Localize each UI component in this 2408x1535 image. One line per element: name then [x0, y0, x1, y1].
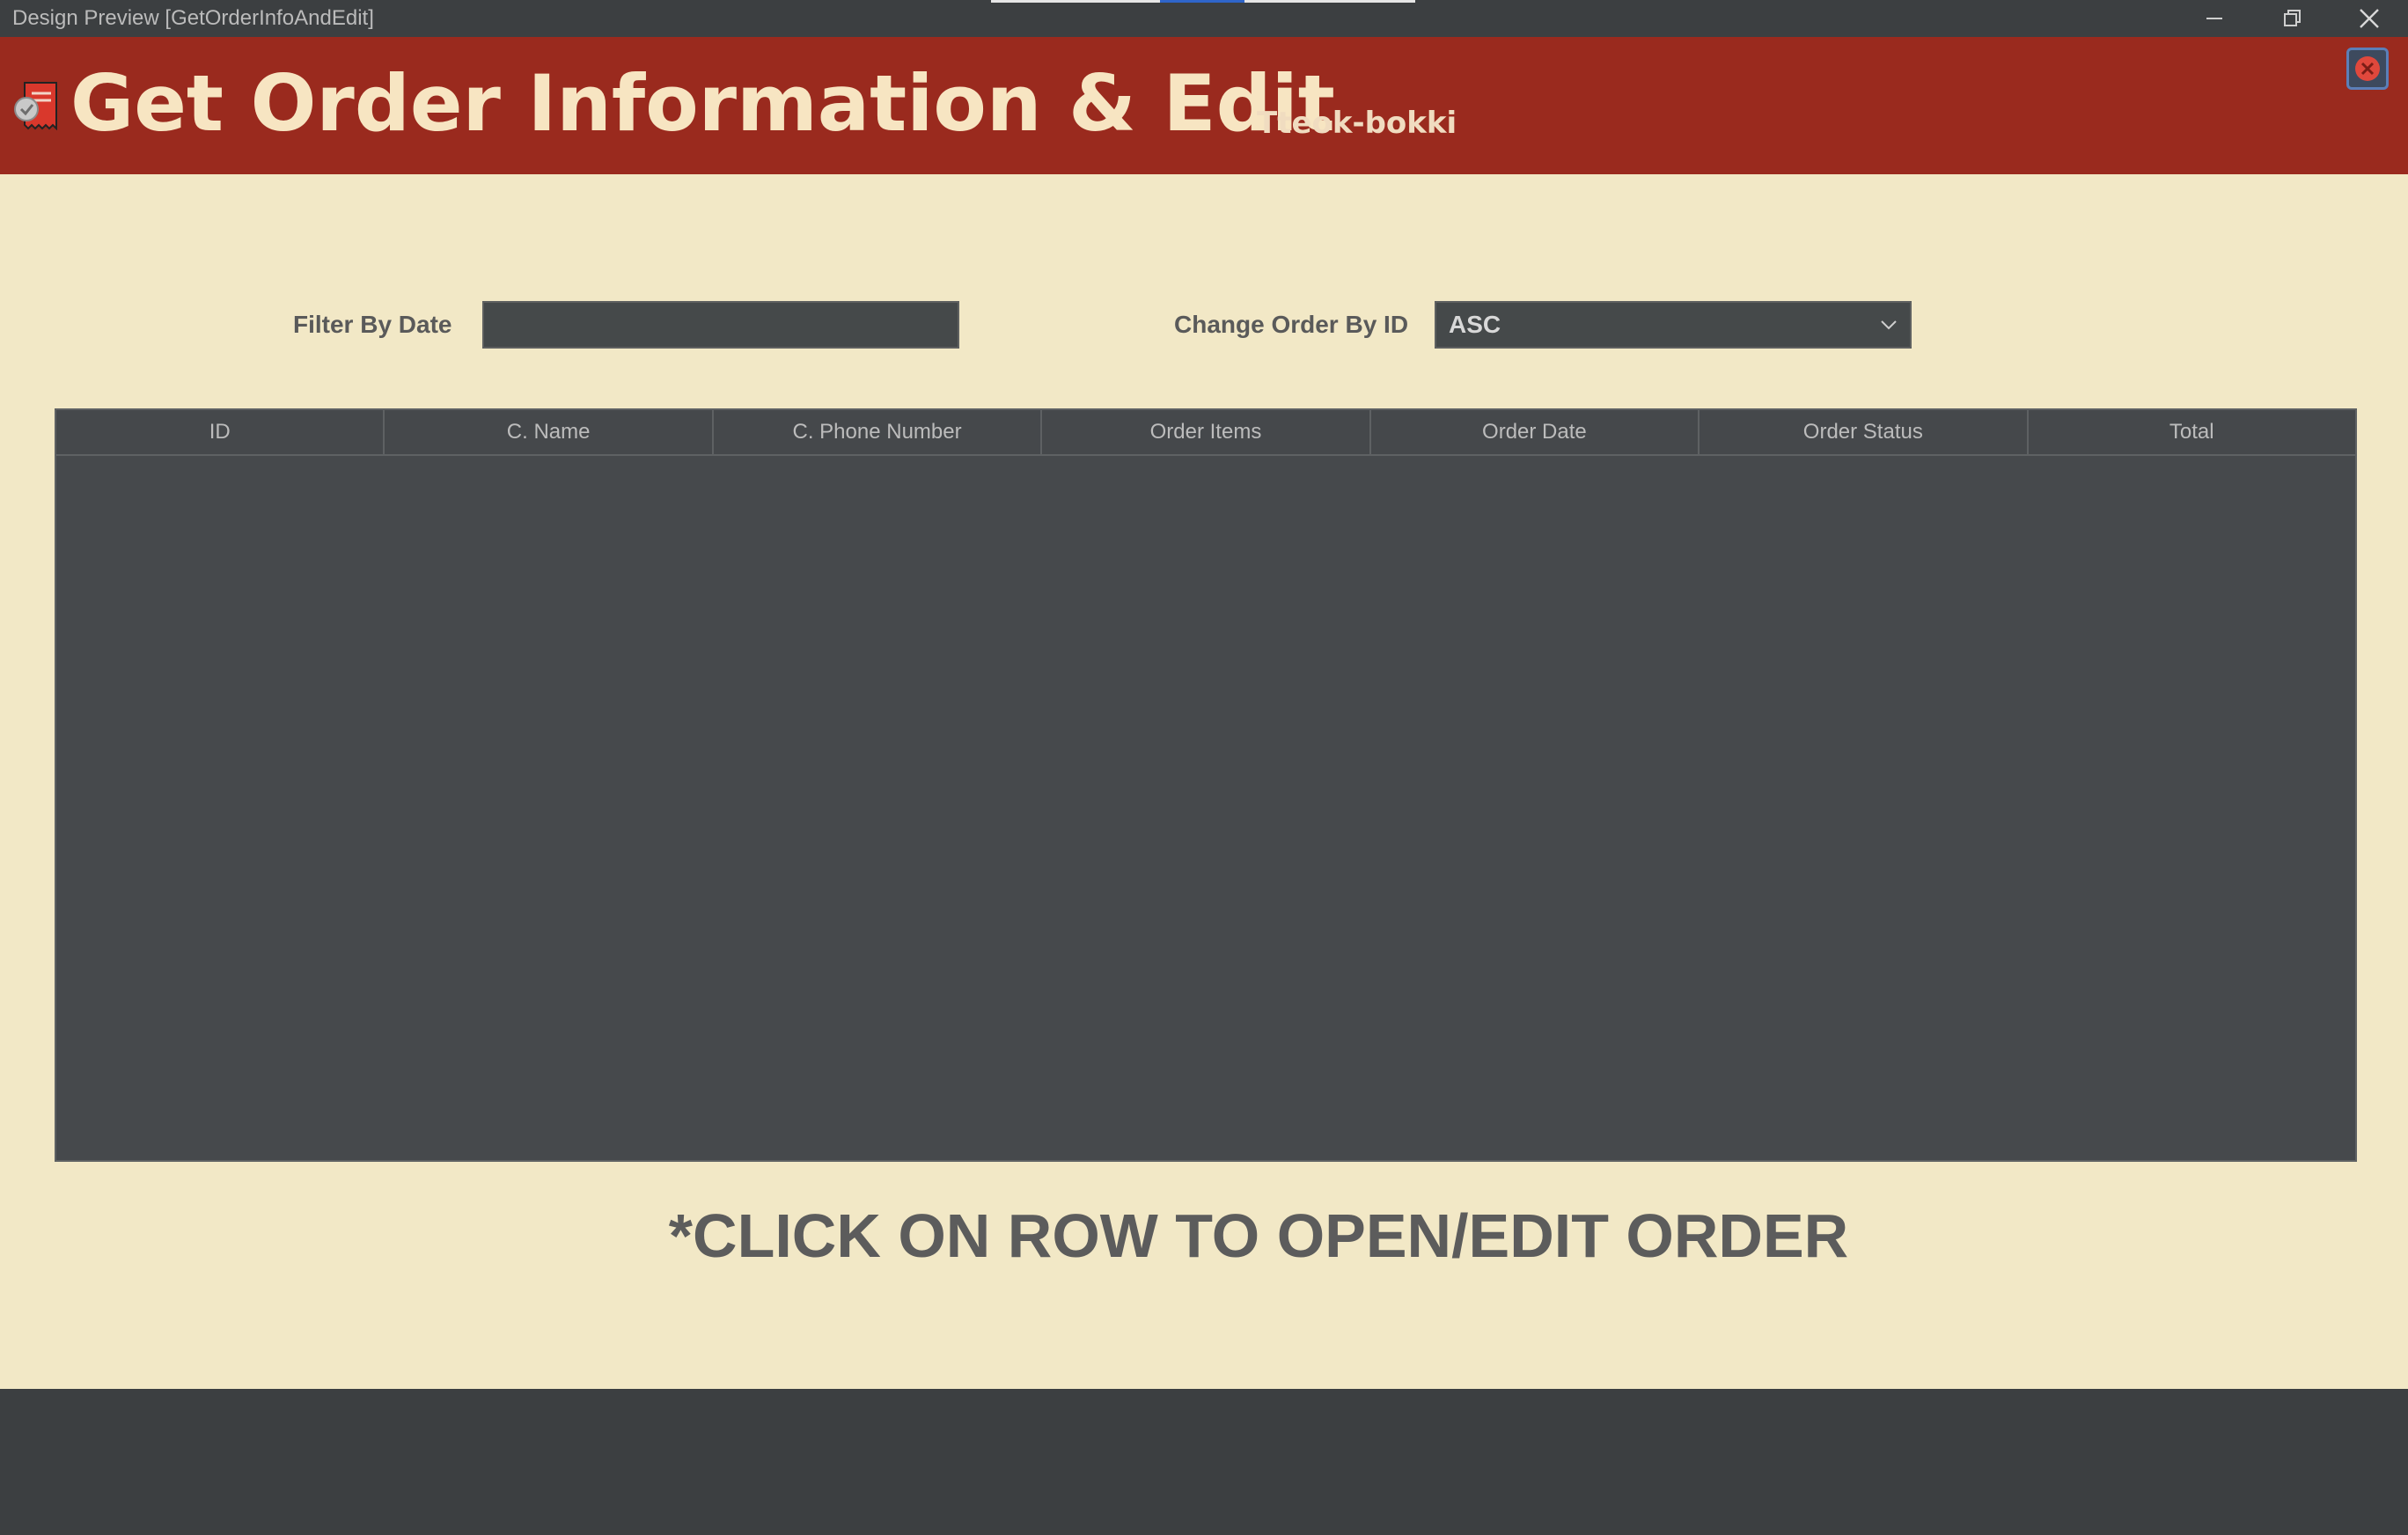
header-banner: Get Order Information & Edit Tteok-bokki [0, 37, 2408, 174]
page-subtitle: Tteok-bokki [1257, 106, 1457, 141]
restore-button[interactable] [2257, 0, 2327, 37]
order-by-id-value: ASC [1449, 311, 1501, 338]
restore-icon [2284, 10, 2301, 26]
minimize-icon [2206, 18, 2222, 19]
minimize-button[interactable] [2179, 0, 2250, 37]
column-header-order-date[interactable]: Order Date [1371, 410, 1700, 454]
filter-date-input[interactable] [482, 301, 959, 349]
order-by-id-label: Change Order By ID [1174, 311, 1409, 338]
orders-table[interactable]: ID C. Name C. Phone Number Order Items O… [55, 408, 2357, 1162]
titlebar-tab-strip-active [1160, 0, 1244, 3]
column-header-order-items[interactable]: Order Items [1042, 410, 1371, 454]
close-icon [2360, 9, 2379, 28]
order-receipt-icon [14, 82, 57, 130]
window-title: Design Preview [GetOrderInfoAndEdit] [12, 6, 374, 30]
titlebar-tab-strip [991, 0, 1160, 3]
filter-date-label: Filter By Date [293, 311, 452, 338]
column-header-customer-phone[interactable]: C. Phone Number [714, 410, 1043, 454]
app-frame: Get Order Information & Edit Tteok-bokki… [0, 37, 2408, 1389]
column-header-total[interactable]: Total [2029, 410, 2355, 454]
instruction-hint: *CLICK ON ROW TO OPEN/EDIT ORDER [668, 1201, 1849, 1270]
table-header: ID C. Name C. Phone Number Order Items O… [56, 410, 2355, 456]
order-by-id-select[interactable]: ASC [1435, 301, 1912, 349]
close-circle-icon [2355, 56, 2380, 81]
window-titlebar: Design Preview [GetOrderInfoAndEdit] [0, 0, 2408, 37]
close-button[interactable] [2346, 48, 2389, 90]
page-title: Get Order Information & Edit [70, 58, 1335, 149]
column-header-order-status[interactable]: Order Status [1700, 410, 2029, 454]
titlebar-tab-strip [1244, 0, 1415, 3]
column-header-id[interactable]: ID [56, 410, 385, 454]
column-header-customer-name[interactable]: C. Name [385, 410, 714, 454]
chevron-down-icon [1881, 320, 1897, 330]
window-close-button[interactable] [2334, 0, 2404, 37]
